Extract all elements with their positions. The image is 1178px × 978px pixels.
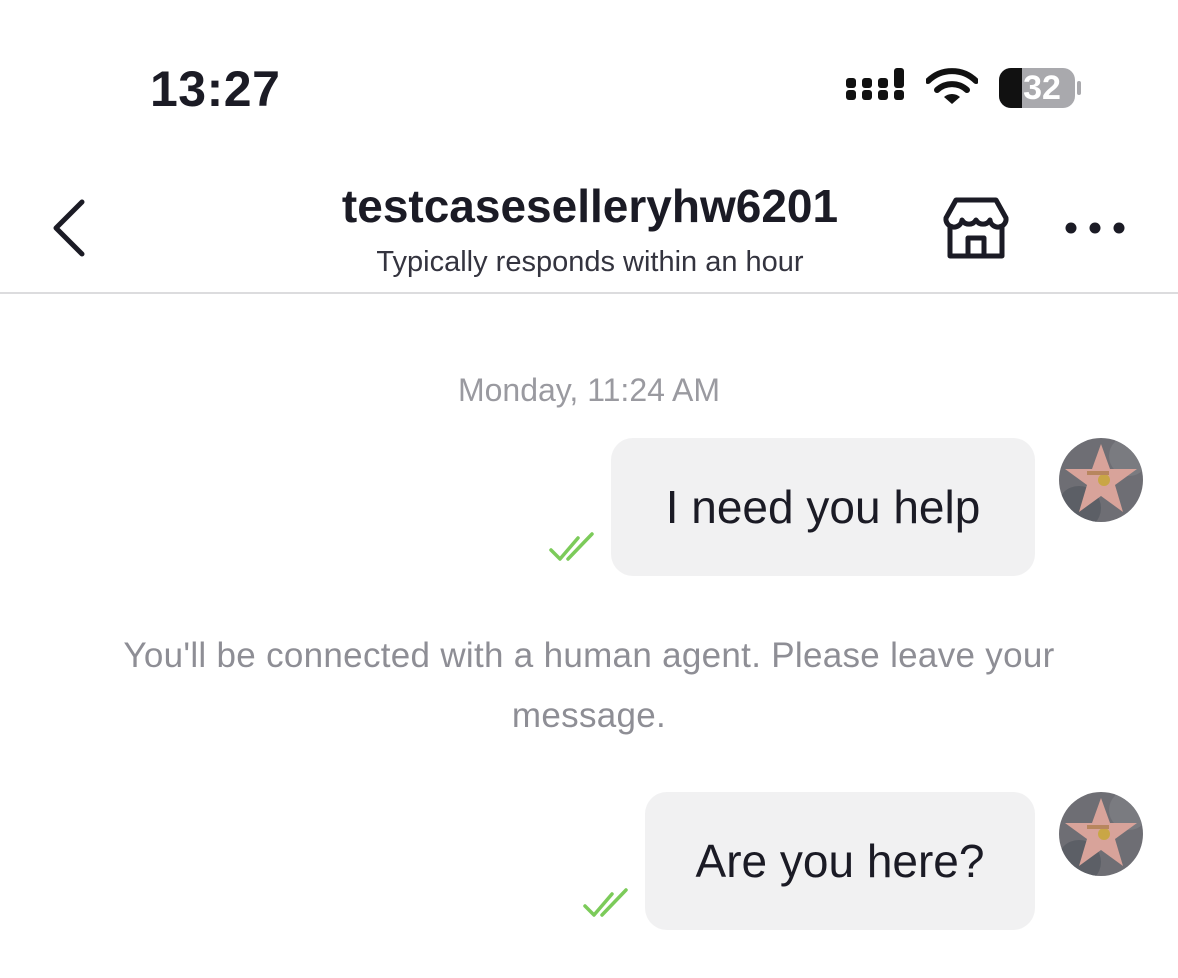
more-options-button[interactable]	[1062, 208, 1130, 248]
star-avatar-icon	[1059, 438, 1143, 522]
back-chevron-icon	[53, 199, 85, 257]
user-avatar[interactable]	[1059, 792, 1143, 876]
chat-timestamp: Monday, 11:24 AM	[457, 372, 721, 408]
read-check-icon	[583, 888, 628, 917]
shop-icon	[943, 197, 1009, 259]
message-bubble[interactable]: I need you help	[611, 438, 1035, 576]
message-bubble[interactable]: Are you here?	[645, 792, 1035, 930]
response-time-subtitle: Typically responds within an hour	[376, 246, 804, 278]
read-check-icon	[549, 532, 594, 561]
system-message: You'll be connected with a human agent. …	[123, 636, 1055, 735]
wifi-icon	[926, 68, 978, 104]
shop-button[interactable]	[940, 194, 1012, 264]
chat-title: testcaseselleryhw6201	[341, 180, 839, 232]
battery-level: 32	[1023, 69, 1061, 107]
header-divider	[0, 292, 1178, 294]
more-icon	[1065, 222, 1125, 234]
status-time: 13:27	[150, 61, 281, 117]
back-button[interactable]	[40, 196, 100, 260]
signal-icon	[846, 68, 904, 100]
star-avatar-icon	[1059, 792, 1143, 876]
user-avatar[interactable]	[1059, 438, 1143, 522]
